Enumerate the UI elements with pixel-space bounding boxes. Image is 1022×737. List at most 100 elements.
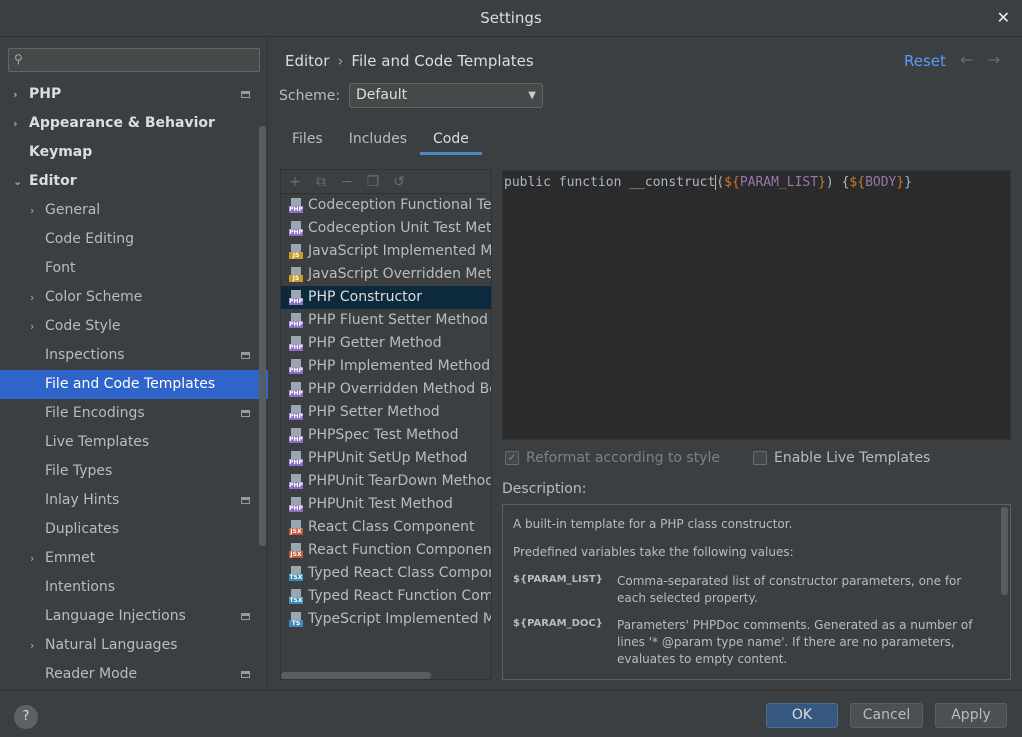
tab-files[interactable]: Files xyxy=(279,124,336,154)
template-code-editor[interactable]: public function __construct(${PARAM_LIST… xyxy=(502,170,1011,440)
template-list-item[interactable]: JSX React Class Component xyxy=(281,516,491,539)
chevron-right-icon[interactable]: › xyxy=(13,80,18,109)
template-list-item[interactable]: PHP PHPUnit SetUp Method xyxy=(281,447,491,470)
sidebar-item-file-encodings[interactable]: File Encodings xyxy=(0,399,268,428)
sidebar-item-label: Code Style xyxy=(45,318,121,334)
sidebar-scrollbar[interactable] xyxy=(259,126,266,546)
description-scrollbar[interactable] xyxy=(1001,507,1008,595)
chevron-right-icon[interactable]: › xyxy=(30,631,34,660)
file-type-badge: PHP xyxy=(289,206,303,213)
template-list-item[interactable]: PHP Codeception Unit Test Method xyxy=(281,217,491,240)
sidebar-item-appearance-behavior[interactable]: › Appearance & Behavior xyxy=(0,109,268,138)
template-list-item[interactable]: JS JavaScript Implemented Method xyxy=(281,240,491,263)
list-toolbar: + ⧉ − ❐ ↺ xyxy=(281,170,491,194)
variable-row: ${PARAM_DOC} Parameters' PHPDoc comments… xyxy=(513,617,1000,668)
file-template-icon: JSX xyxy=(289,520,303,535)
sidebar-item-reader-mode[interactable]: Reader Mode xyxy=(0,660,268,689)
file-template-icon: PHP xyxy=(289,451,303,466)
template-list-item[interactable]: PHP PHP Setter Method xyxy=(281,401,491,424)
sidebar-item-label: File Encodings xyxy=(45,405,145,421)
chevron-right-icon[interactable]: › xyxy=(30,283,34,312)
description-panel: A built-in template for a PHP class cons… xyxy=(502,504,1011,680)
file-type-badge: JSX xyxy=(289,528,303,535)
sidebar-item-label: General xyxy=(45,202,101,218)
reset-icon[interactable]: ↺ xyxy=(391,174,407,190)
template-list-item[interactable]: PHP PHP Overridden Method Body xyxy=(281,378,491,401)
live-templates-checkbox[interactable]: Enable Live Templates xyxy=(753,450,930,466)
variable-name: ${PARAM_LIST} xyxy=(513,574,603,585)
sidebar-item-file-types[interactable]: File Types xyxy=(0,457,268,486)
sidebar-item-file-and-code-templates[interactable]: File and Code Templates xyxy=(0,370,268,399)
template-list-item[interactable]: PHP PHP Getter Method xyxy=(281,332,491,355)
sidebar-item-php[interactable]: › PHP xyxy=(0,80,268,109)
template-list-item[interactable]: TS TypeScript Implemented Method xyxy=(281,608,491,631)
breadcrumb-parent[interactable]: Editor xyxy=(285,52,329,70)
template-list: PHPCodeception Functional Test MethodPHP… xyxy=(281,194,491,631)
list-horizontal-scrollbar[interactable] xyxy=(281,672,431,679)
sidebar-item-inspections[interactable]: Inspections xyxy=(0,341,268,370)
add-child-icon[interactable]: ⧉ xyxy=(313,174,329,190)
add-icon[interactable]: + xyxy=(287,174,303,190)
template-name: PHPSpec Test Method xyxy=(308,427,459,443)
scheme-dropdown[interactable]: Default ▼ xyxy=(349,83,543,108)
sidebar-item-general[interactable]: › General xyxy=(0,196,268,225)
apply-button[interactable]: Apply xyxy=(935,703,1007,728)
file-type-badge: PHP xyxy=(289,413,303,420)
template-name: PHPUnit Test Method xyxy=(308,496,453,512)
file-template-icon: PHP xyxy=(289,474,303,489)
close-icon[interactable]: ✕ xyxy=(997,8,1010,27)
template-name: TypeScript Implemented Method xyxy=(308,611,491,627)
chevron-down-icon[interactable]: ⌄ xyxy=(13,167,22,196)
cancel-button[interactable]: Cancel xyxy=(850,703,923,728)
variable-description: Parameters' PHPDoc comments. Generated a… xyxy=(617,618,973,666)
chevron-right-icon[interactable]: › xyxy=(13,109,18,138)
breadcrumb: Editor › File and Code Templates xyxy=(285,52,534,70)
sidebar-item-intentions[interactable]: Intentions xyxy=(0,573,268,602)
sidebar-item-natural-languages[interactable]: › Natural Languages xyxy=(0,631,268,660)
sidebar-item-code-editing[interactable]: Code Editing xyxy=(0,225,268,254)
sidebar-item-color-scheme[interactable]: › Color Scheme xyxy=(0,283,268,312)
forward-arrow-icon[interactable]: → xyxy=(987,50,1000,69)
sidebar-item-language-injections[interactable]: Language Injections xyxy=(0,602,268,631)
sidebar-item-label: Emmet xyxy=(45,550,96,566)
template-list-item[interactable]: TSX Typed React Class Component xyxy=(281,562,491,585)
template-list-item[interactable]: PHP PHPSpec Test Method xyxy=(281,424,491,447)
sidebar-item-code-style[interactable]: › Code Style xyxy=(0,312,268,341)
sidebar-item-duplicates[interactable]: Duplicates xyxy=(0,515,268,544)
template-list-item[interactable]: JSX React Function Component xyxy=(281,539,491,562)
template-name: JavaScript Overridden Method xyxy=(308,266,491,282)
tab-includes[interactable]: Includes xyxy=(336,124,420,154)
template-list-item[interactable]: PHP PHP Constructor xyxy=(281,286,491,309)
template-list-item[interactable]: PHP PHP Fluent Setter Method xyxy=(281,309,491,332)
tab-code[interactable]: Code xyxy=(420,124,482,155)
reformat-label: Reformat according to style xyxy=(526,450,720,466)
template-list-item[interactable]: JS JavaScript Overridden Method xyxy=(281,263,491,286)
template-list-item[interactable]: PHP PHPUnit Test Method xyxy=(281,493,491,516)
back-arrow-icon[interactable]: ← xyxy=(960,50,973,69)
template-list-item[interactable]: PHP PHP Implemented Method Body xyxy=(281,355,491,378)
code-brace-close: } xyxy=(904,175,913,190)
search-input[interactable]: ⚲ xyxy=(8,48,260,72)
file-type-badge: PHP xyxy=(289,298,303,305)
sidebar-item-live-templates[interactable]: Live Templates xyxy=(0,428,268,457)
chevron-right-icon[interactable]: › xyxy=(30,196,34,225)
file-template-icon: JS xyxy=(289,267,303,282)
reset-link[interactable]: Reset xyxy=(904,52,946,70)
sidebar-item-editor[interactable]: ⌄ Editor xyxy=(0,167,268,196)
template-list-item[interactable]: PHP Codeception Functional Test Method xyxy=(281,194,491,217)
chevron-right-icon[interactable]: › xyxy=(30,312,34,341)
ok-button[interactable]: OK xyxy=(766,703,838,728)
reformat-checkbox[interactable]: ✓ Reformat according to style xyxy=(505,450,720,466)
file-type-badge: JS xyxy=(289,252,303,259)
template-list-item[interactable]: TSX Typed React Function Component xyxy=(281,585,491,608)
help-icon[interactable]: ? xyxy=(14,705,38,729)
sidebar-item-font[interactable]: Font xyxy=(0,254,268,283)
sidebar-item-keymap[interactable]: Keymap xyxy=(0,138,268,167)
sidebar-item-emmet[interactable]: › Emmet xyxy=(0,544,268,573)
sidebar-item-label: Editor xyxy=(29,173,77,189)
sidebar-item-inlay-hints[interactable]: Inlay Hints xyxy=(0,486,268,515)
copy-icon[interactable]: ❐ xyxy=(365,174,381,190)
chevron-right-icon[interactable]: › xyxy=(30,544,34,573)
template-list-item[interactable]: PHP PHPUnit TearDown Method xyxy=(281,470,491,493)
remove-icon[interactable]: − xyxy=(339,174,355,190)
